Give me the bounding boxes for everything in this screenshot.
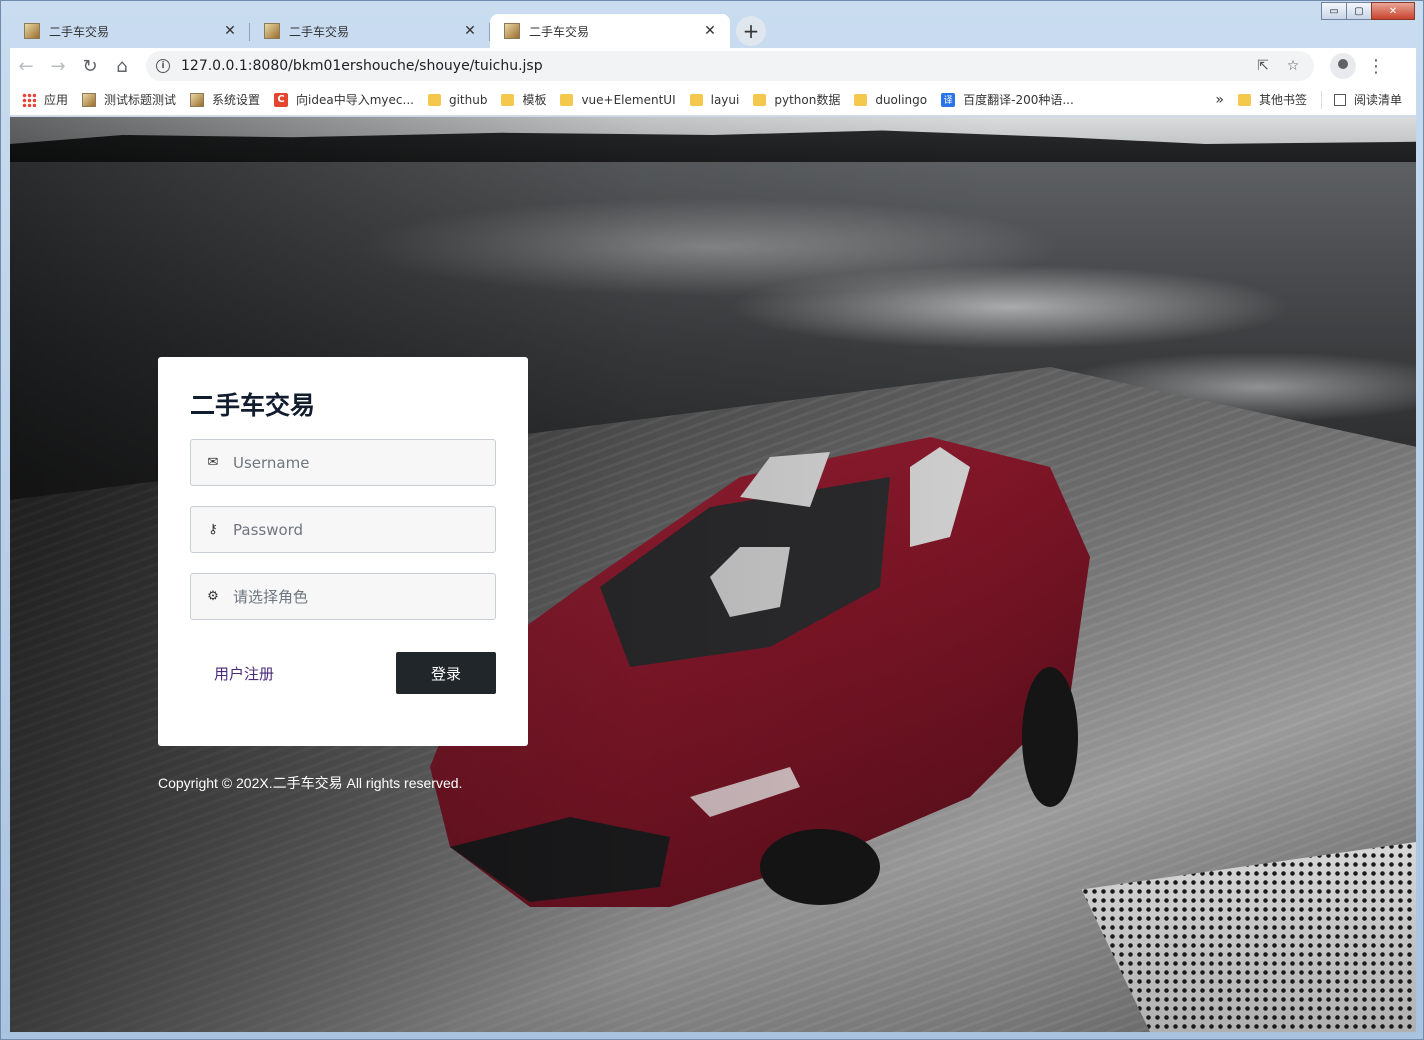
bookmarks-bar: 应用 测试标题测试 系统设置 C 向idea中导入myec... github …: [10, 84, 1416, 116]
bookmarks-overflow-icon[interactable]: »: [1215, 92, 1224, 108]
browser-toolbar: ← → ↻ ⌂ i 127.0.0.1:8080/bkm01ershouche/…: [10, 48, 1416, 84]
password-field[interactable]: ⚷: [190, 506, 496, 553]
apps-grid-icon: [22, 92, 36, 107]
bookmark-apps[interactable]: 应用: [22, 91, 68, 108]
home-icon[interactable]: ⌂: [106, 50, 138, 82]
bookmark-item[interactable]: 测试标题测试: [82, 91, 176, 108]
bookmark-label: 应用: [44, 93, 69, 107]
c-icon: C: [274, 92, 289, 107]
page-viewport: 二手车交易 ✉ ⚷ ⚙ 用户注册 登录 Copyright: [10, 117, 1416, 1032]
site-favicon-icon: [504, 23, 520, 39]
address-bar[interactable]: i 127.0.0.1:8080/bkm01ershouche/shouye/t…: [146, 51, 1314, 81]
tab-title: 二手车交易: [529, 24, 590, 39]
login-fields: ✉ ⚷ ⚙: [190, 439, 496, 620]
bookmark-label: 系统设置: [212, 93, 261, 107]
tab-title: 二手车交易: [49, 24, 110, 39]
app-favicon-icon: [82, 92, 97, 107]
folder-icon: [689, 93, 703, 106]
login-card: 二手车交易 ✉ ⚷ ⚙ 用户注册 登录: [158, 357, 528, 746]
bookmark-star-icon[interactable]: ☆: [1282, 58, 1304, 74]
bookmark-label: 阅读清单: [1353, 93, 1402, 107]
bookmark-label: duolingo: [875, 92, 928, 107]
tab-title: 二手车交易: [289, 24, 350, 39]
app-favicon-icon: [190, 92, 205, 107]
password-input[interactable]: [233, 507, 495, 552]
url-text[interactable]: 127.0.0.1:8080/bkm01ershouche/shouye/tui…: [181, 58, 1244, 74]
bookmark-label: 百度翻译-200种语...: [963, 93, 1074, 107]
bookmark-label: github: [448, 92, 488, 107]
username-field[interactable]: ✉: [190, 439, 496, 486]
bookmark-label: 模板: [522, 93, 547, 107]
bookmark-label: 其他书签: [1258, 93, 1307, 107]
folder-icon: [560, 93, 574, 106]
site-favicon-icon: [24, 23, 40, 39]
login-actions: 用户注册 登录: [190, 652, 496, 694]
back-arrow-icon[interactable]: ←: [10, 50, 42, 82]
envelope-icon: ✉: [207, 455, 219, 470]
bookmarks-divider: [1320, 90, 1322, 109]
translate-icon: 译: [941, 92, 956, 107]
login-button[interactable]: 登录: [396, 652, 496, 694]
bookmark-folder[interactable]: vue+ElementUI: [560, 92, 676, 107]
tab-2[interactable]: 二手车交易 ✕: [250, 14, 490, 48]
register-link[interactable]: 用户注册: [214, 663, 274, 684]
tab-close-icon[interactable]: ✕: [222, 23, 238, 39]
bookmark-label: 向idea中导入myec...: [296, 93, 414, 107]
tab-close-icon[interactable]: ✕: [462, 23, 478, 39]
site-favicon-icon: [264, 23, 280, 39]
reload-icon[interactable]: ↻: [74, 50, 106, 82]
new-tab-button[interactable]: +: [736, 16, 766, 46]
tab-strip: 二手车交易 ✕ 二手车交易 ✕ 二手车交易 ✕ +: [10, 14, 1415, 48]
copyright-text: Copyright © 202X.二手车交易 All rights reserv…: [158, 775, 463, 791]
gears-icon: ⚙: [207, 589, 219, 604]
bookmark-folder[interactable]: layui: [689, 92, 740, 107]
key-icon: ⚷: [208, 522, 218, 537]
role-select-field[interactable]: ⚙: [190, 573, 496, 620]
browser-window: ▭ ▢ ✕ 二手车交易 ✕ 二手车交易 ✕ 二手车交易 ✕ + ← → ↻ ⌂ …: [0, 0, 1424, 1040]
folder-icon: [1237, 93, 1251, 106]
bookmark-label: python数据: [774, 93, 841, 107]
login-title: 二手车交易: [190, 391, 316, 420]
tab-close-icon[interactable]: ✕: [702, 23, 718, 39]
bookmark-item[interactable]: 译 百度翻译-200种语...: [941, 91, 1074, 108]
forward-arrow-icon[interactable]: →: [42, 50, 74, 82]
folder-icon: [854, 93, 868, 106]
username-input[interactable]: [233, 440, 495, 485]
share-icon[interactable]: ⇱: [1252, 58, 1274, 74]
profile-avatar-icon[interactable]: [1330, 53, 1356, 79]
bookmark-folder[interactable]: python数据: [753, 91, 840, 108]
tab-1[interactable]: 二手车交易 ✕: [10, 14, 250, 48]
bookmark-folder[interactable]: github: [427, 92, 488, 107]
bookmark-item[interactable]: C 向idea中导入myec...: [274, 91, 414, 108]
reading-list[interactable]: 阅读清单: [1333, 91, 1402, 108]
reading-list-icon: [1333, 93, 1346, 106]
folder-icon: [501, 93, 515, 106]
site-info-icon[interactable]: i: [156, 59, 170, 73]
folder-icon: [753, 93, 767, 106]
bookmark-item[interactable]: 系统设置: [190, 91, 260, 108]
bookmark-label: 测试标题测试: [104, 93, 177, 107]
bookmark-folder[interactable]: 模板: [501, 91, 546, 108]
bookmark-label: layui: [710, 92, 740, 107]
tab-3-active[interactable]: 二手车交易 ✕: [490, 14, 730, 48]
role-select-input[interactable]: [233, 574, 495, 619]
folder-icon: [427, 93, 441, 106]
browser-menu-icon[interactable]: ⋮: [1366, 56, 1386, 77]
bookmark-other-folder[interactable]: 其他书签: [1237, 91, 1307, 108]
bookmark-folder[interactable]: duolingo: [854, 93, 927, 107]
bookmark-label: vue+ElementUI: [581, 92, 676, 107]
